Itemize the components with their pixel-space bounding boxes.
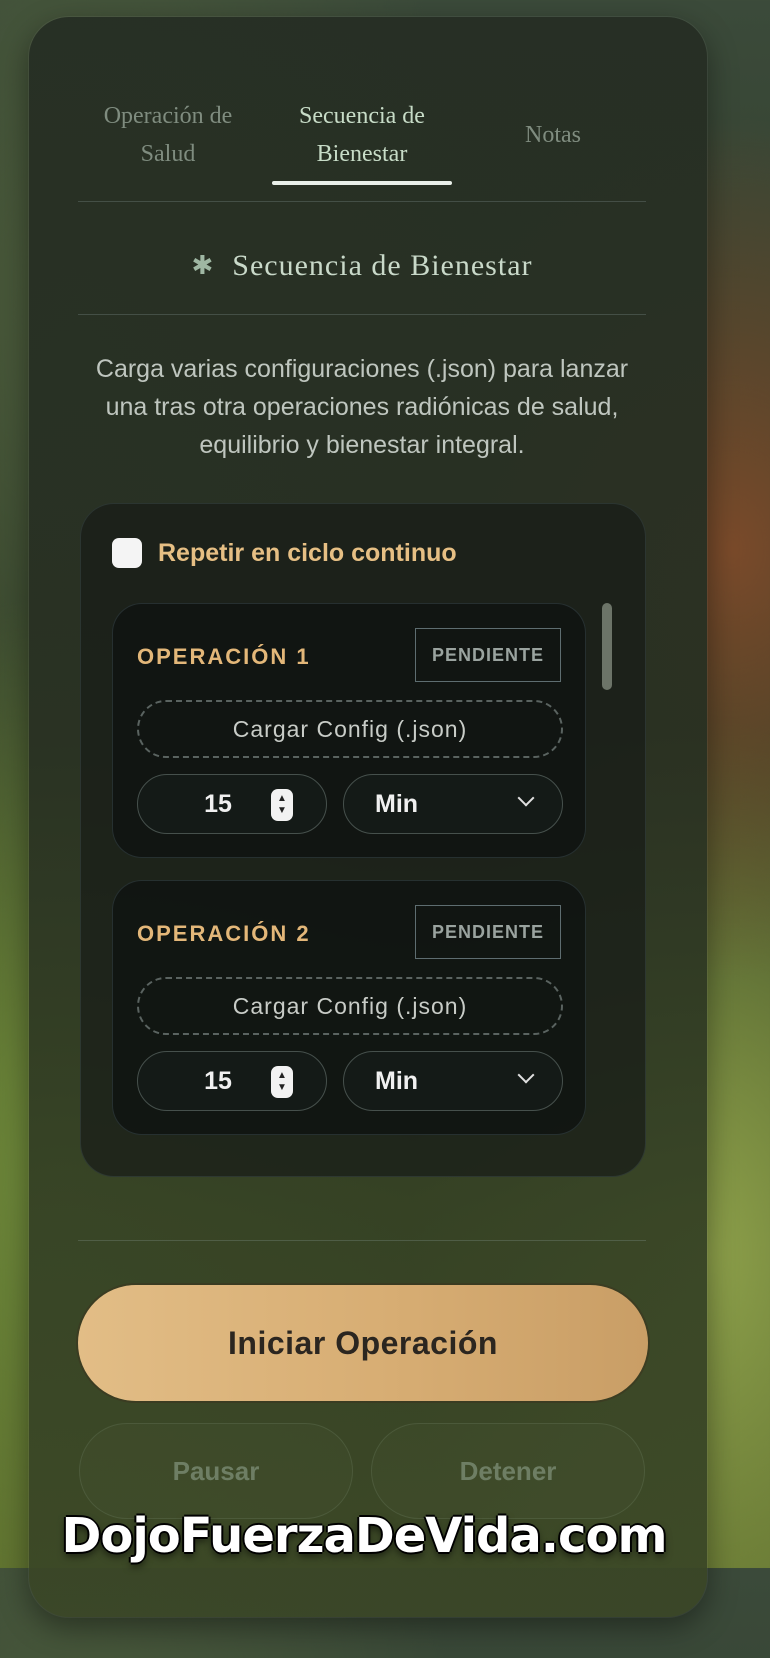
- status-badge: PENDIENTE: [415, 905, 561, 959]
- load-config-button[interactable]: Cargar Config (.json): [137, 700, 563, 758]
- tab-secuencia-bienestar[interactable]: Secuencia de Bienestar: [272, 85, 452, 185]
- duration-input[interactable]: 15 ▲ ▼: [137, 1051, 327, 1111]
- section-divider: [78, 314, 646, 315]
- operation-card-1: OPERACIÓN 1 PENDIENTE Cargar Config (.js…: [112, 603, 586, 858]
- actions-divider: [78, 1240, 646, 1241]
- operation-title: OPERACIÓN 1: [137, 644, 311, 669]
- operation-card-2: OPERACIÓN 2 PENDIENTE Cargar Config (.js…: [112, 880, 586, 1135]
- stepper-icon[interactable]: ▲ ▼: [271, 789, 293, 821]
- chevron-down-icon: [517, 1066, 535, 1084]
- duration-value: 15: [204, 1067, 232, 1095]
- repeat-toggle[interactable]: Repetir en ciclo continuo: [112, 535, 457, 571]
- tab-operacion-salud[interactable]: Operación de Salud: [78, 85, 258, 185]
- stepper-icon[interactable]: ▲ ▼: [271, 1066, 293, 1098]
- duration-value: 15: [204, 790, 232, 818]
- scrollbar[interactable]: [602, 603, 612, 690]
- sparkle-icon: ✱: [191, 251, 215, 280]
- tabs-divider: [78, 201, 646, 202]
- status-badge: PENDIENTE: [415, 628, 561, 682]
- active-tab-indicator: [272, 181, 452, 185]
- repeat-checkbox[interactable]: [112, 538, 142, 568]
- unit-value: Min: [375, 1067, 419, 1095]
- tab-notas[interactable]: Notas: [468, 85, 638, 185]
- tab-bar: Operación de Salud Secuencia de Bienesta…: [78, 85, 646, 185]
- load-config-button[interactable]: Cargar Config (.json): [137, 977, 563, 1035]
- unit-select[interactable]: Min: [343, 1051, 563, 1111]
- operation-title: OPERACIÓN 2: [137, 921, 311, 946]
- watermark: DojoFuerzaDeVida.com: [61, 1508, 668, 1564]
- start-operation-button[interactable]: Iniciar Operación: [78, 1285, 648, 1401]
- chevron-down-icon: [517, 789, 535, 807]
- unit-value: Min: [375, 790, 419, 818]
- duration-input[interactable]: 15 ▲ ▼: [137, 774, 327, 834]
- pause-button[interactable]: Pausar: [79, 1423, 353, 1519]
- unit-select[interactable]: Min: [343, 774, 563, 834]
- section-description: Carga varias configuraciones (.json) par…: [95, 355, 629, 459]
- section-header: ✱ Secuencia de Bienestar: [78, 238, 646, 294]
- stop-button[interactable]: Detener: [371, 1423, 645, 1519]
- repeat-label: Repetir en ciclo continuo: [158, 538, 457, 567]
- section-title: Secuencia de Bienestar: [232, 249, 533, 282]
